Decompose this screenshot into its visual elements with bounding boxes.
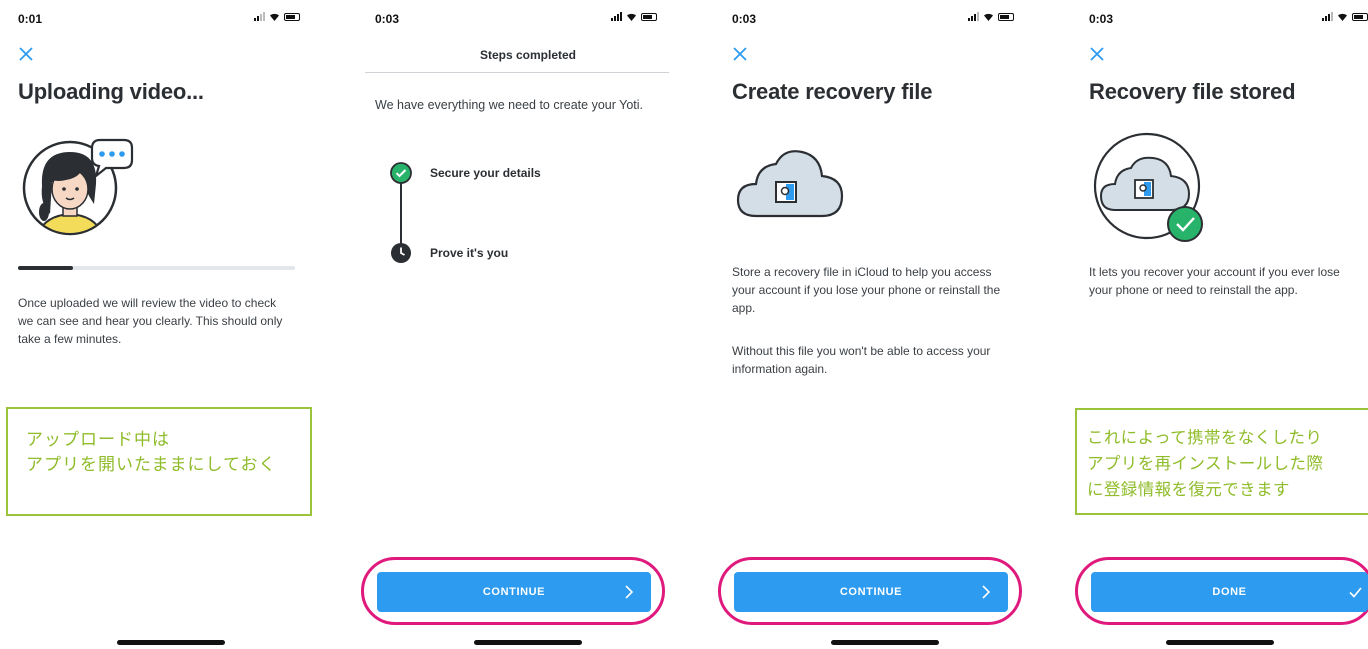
status-icons bbox=[968, 12, 1014, 21]
chevron-right-icon bbox=[982, 585, 991, 599]
avatar-illustration bbox=[22, 138, 134, 236]
home-indicator bbox=[1165, 640, 1274, 645]
cloud-stored-icon bbox=[1093, 132, 1203, 242]
chevron-right-icon bbox=[625, 585, 634, 599]
page-title: Create recovery file bbox=[732, 79, 933, 104]
close-icon[interactable] bbox=[732, 46, 748, 62]
wifi-icon bbox=[1338, 13, 1347, 21]
signal-icon bbox=[968, 12, 979, 21]
screen-uploading-video: 0:01 Uploading video... Once uploaded we… bbox=[0, 0, 342, 649]
step-label: Prove it's you bbox=[430, 246, 509, 260]
screen-recovery-file-stored: 0:03 Recovery file stored It lets you re… bbox=[1071, 0, 1368, 649]
done-button-label: DONE bbox=[1212, 586, 1247, 598]
steps-description: We have everything we need to create you… bbox=[375, 98, 643, 112]
signal-icon bbox=[611, 12, 622, 21]
close-icon[interactable] bbox=[1089, 46, 1105, 62]
battery-icon bbox=[1352, 12, 1368, 21]
status-time: 0:03 bbox=[375, 12, 400, 26]
annotation-note: これによって携帯をなくしたり アプリを再インストールした際 に登録情報を復元でき… bbox=[1075, 408, 1368, 515]
recovery-description: Store a recovery file in iCloud to help … bbox=[732, 265, 1001, 315]
home-indicator bbox=[474, 640, 582, 645]
home-indicator bbox=[831, 640, 939, 645]
upload-progress-track bbox=[18, 266, 295, 270]
check-icon bbox=[390, 162, 412, 184]
status-icons bbox=[254, 12, 300, 21]
upload-progress-fill bbox=[18, 266, 74, 270]
status-time: 0:03 bbox=[1089, 12, 1114, 26]
cloud-icon bbox=[736, 150, 844, 218]
signal-icon bbox=[254, 12, 265, 21]
battery-icon bbox=[641, 12, 657, 21]
wifi-icon bbox=[270, 13, 279, 21]
page-title: Uploading video... bbox=[18, 79, 204, 104]
close-icon[interactable] bbox=[18, 46, 34, 62]
continue-button-label: CONTINUE bbox=[482, 586, 546, 598]
stored-description: It lets you recover your account if you … bbox=[1089, 265, 1340, 297]
continue-button[interactable]: CONTINUE bbox=[734, 572, 1008, 612]
wifi-icon bbox=[627, 13, 636, 21]
header-title: Steps completed bbox=[479, 48, 577, 62]
home-indicator bbox=[117, 640, 225, 645]
screen-steps-completed: 0:03 Steps completed We have everything … bbox=[357, 0, 699, 649]
wifi-icon bbox=[984, 13, 993, 21]
clock-icon bbox=[391, 243, 411, 263]
status-icons bbox=[611, 12, 657, 21]
header-divider bbox=[365, 72, 669, 73]
done-button[interactable]: DONE bbox=[1091, 572, 1368, 612]
recovery-warning: Without this file you won't be able to a… bbox=[732, 344, 991, 376]
battery-icon bbox=[998, 12, 1014, 21]
signal-icon bbox=[1322, 12, 1333, 21]
step-label: Secure your details bbox=[430, 166, 541, 180]
continue-button-label: CONTINUE bbox=[839, 586, 903, 598]
status-time: 0:01 bbox=[18, 12, 43, 26]
check-icon bbox=[1349, 587, 1362, 598]
upload-description: Once uploaded we will review the video t… bbox=[18, 296, 283, 346]
annotation-note: アップロード中は アプリを開いたままにしておく bbox=[6, 407, 312, 516]
status-icons bbox=[1322, 12, 1368, 21]
status-time: 0:03 bbox=[732, 12, 757, 26]
step-connector bbox=[400, 180, 402, 248]
page-title: Recovery file stored bbox=[1089, 79, 1296, 104]
continue-button[interactable]: CONTINUE bbox=[377, 572, 651, 612]
battery-icon bbox=[284, 12, 300, 21]
screen-create-recovery-file: 0:03 Create recovery file Store a recove… bbox=[714, 0, 1056, 649]
